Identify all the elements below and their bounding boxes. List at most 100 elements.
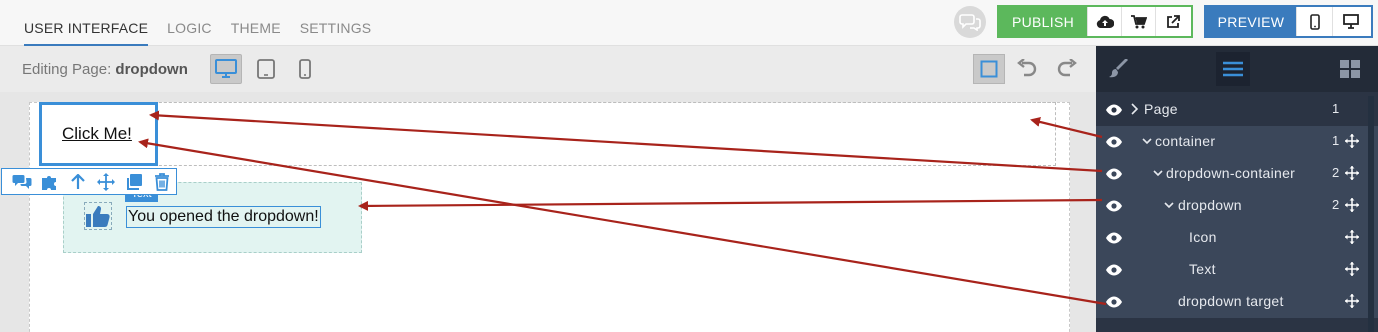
eye-icon[interactable]: [1105, 262, 1123, 278]
panel-tab-components[interactable]: [1333, 52, 1367, 86]
undo-button[interactable]: [1012, 54, 1042, 84]
chevron-right-icon[interactable]: [1129, 102, 1141, 116]
tree-row-dropdown[interactable]: dropdown 2: [1096, 190, 1378, 222]
mobile-icon: [1309, 13, 1320, 30]
toolbar-comments-button[interactable]: [8, 170, 36, 194]
chat-icon: [959, 14, 981, 31]
desktop-icon: [1342, 14, 1359, 29]
tree-row-dropdown-target[interactable]: dropdown target: [1096, 286, 1378, 318]
click-me-button[interactable]: Click Me!: [62, 124, 132, 144]
chevron-down-icon[interactable]: [1152, 166, 1164, 180]
layers-icon: [1223, 61, 1243, 77]
tablet-icon: [257, 59, 275, 79]
cart-button[interactable]: [1121, 7, 1155, 36]
toolbar-component-button[interactable]: [36, 170, 64, 194]
move-icon: [97, 172, 115, 191]
move-icon[interactable]: [1345, 262, 1359, 276]
move-icon[interactable]: [1345, 294, 1359, 308]
tree-row-label: dropdown: [1178, 197, 1242, 213]
panel-scrollbar[interactable]: [1368, 96, 1374, 332]
tree-row-count: 2: [1332, 165, 1340, 180]
toolbar-delete-button[interactable]: [148, 170, 176, 194]
redo-icon: [1057, 59, 1077, 77]
tree-row-count: 1: [1332, 133, 1340, 148]
tree-row-label: Icon: [1189, 229, 1217, 245]
tab-theme[interactable]: THEME: [231, 20, 281, 46]
tab-settings[interactable]: SETTINGS: [300, 20, 372, 46]
preview-desktop-button[interactable]: [1332, 7, 1368, 36]
cart-icon: [1130, 14, 1147, 28]
move-icon[interactable]: [1345, 166, 1359, 180]
layers-panel: Page 1 container 1 dropdown-container 2 …: [1096, 46, 1378, 332]
device-tablet-button[interactable]: [250, 54, 282, 84]
external-link-icon: [1166, 14, 1180, 28]
preview-group: PREVIEW: [1204, 5, 1373, 38]
desktop-icon: [215, 59, 237, 78]
external-link-button[interactable]: [1155, 7, 1189, 36]
tree-row-text[interactable]: Text: [1096, 254, 1378, 286]
arrow-up-icon: [71, 173, 85, 189]
tree-row-label: container: [1155, 133, 1216, 149]
device-desktop-button[interactable]: [210, 54, 242, 84]
container-outline[interactable]: [39, 102, 1056, 166]
app-root: USER INTERFACE LOGIC THEME SETTINGS PUBL…: [0, 0, 1378, 332]
tab-user-interface[interactable]: USER INTERFACE: [24, 20, 149, 46]
editing-page-name: dropdown: [115, 61, 188, 78]
grid-icon: [1340, 60, 1360, 78]
toolbar-move-button[interactable]: [92, 170, 120, 194]
editing-prefix: Editing Page:: [22, 61, 116, 78]
eye-icon[interactable]: [1105, 134, 1123, 150]
trash-icon: [155, 172, 169, 191]
thumbs-up-icon: [86, 206, 110, 227]
publish-button[interactable]: PUBLISH: [999, 7, 1087, 36]
tree-row-label: Page: [1144, 101, 1178, 117]
eye-icon[interactable]: [1105, 102, 1123, 118]
tree-row-label: dropdown target: [1178, 293, 1284, 309]
tree-row-count: 2: [1332, 197, 1340, 212]
editing-bar: Editing Page: dropdown: [0, 46, 1096, 92]
panel-tab-layers[interactable]: [1216, 52, 1250, 86]
panel-tab-style[interactable]: [1102, 52, 1136, 86]
mobile-icon: [299, 59, 311, 79]
eye-icon[interactable]: [1105, 230, 1123, 246]
publish-group: PUBLISH: [997, 5, 1193, 38]
chat-button[interactable]: [954, 6, 986, 38]
comments-icon: [12, 174, 32, 189]
tree-row-count: 1: [1332, 101, 1340, 116]
chevron-down-icon[interactable]: [1141, 134, 1153, 148]
editing-page-label: Editing Page: dropdown: [22, 61, 188, 78]
element-toolbar: [1, 168, 177, 195]
chevron-down-icon[interactable]: [1163, 198, 1175, 212]
top-bar: USER INTERFACE LOGIC THEME SETTINGS PUBL…: [0, 0, 1378, 46]
move-icon[interactable]: [1345, 198, 1359, 212]
puzzle-icon: [42, 175, 56, 190]
move-icon[interactable]: [1345, 230, 1359, 244]
undo-icon: [1017, 59, 1037, 77]
redo-button[interactable]: [1052, 54, 1082, 84]
panel-tabs: [1096, 46, 1378, 92]
preview-button[interactable]: PREVIEW: [1206, 7, 1296, 36]
tab-logic[interactable]: LOGIC: [167, 20, 212, 46]
main-tabs: USER INTERFACE LOGIC THEME SETTINGS: [24, 20, 390, 46]
move-icon[interactable]: [1345, 134, 1359, 148]
copy-icon: [127, 173, 142, 190]
tree-row-page[interactable]: Page 1: [1096, 94, 1378, 126]
eye-icon[interactable]: [1105, 166, 1123, 182]
preview-mobile-button[interactable]: [1296, 7, 1332, 36]
tree-row-icon[interactable]: Icon: [1096, 222, 1378, 254]
dropdown-icon-element[interactable]: [84, 202, 112, 230]
tree-row-label: dropdown-container: [1166, 165, 1296, 181]
tree-row-label: Text: [1189, 261, 1216, 277]
tree-row-dropdown-container[interactable]: dropdown-container 2: [1096, 158, 1378, 190]
dropdown-text-element[interactable]: You opened the dropdown!: [126, 206, 321, 228]
eye-icon[interactable]: [1105, 294, 1123, 310]
toolbar-duplicate-button[interactable]: [120, 170, 148, 194]
device-mobile-button[interactable]: [289, 54, 321, 84]
toolbar-select-parent-button[interactable]: [64, 170, 92, 194]
paint-brush-icon: [1109, 59, 1128, 78]
square-select-icon: [980, 60, 998, 78]
cloud-upload-button[interactable]: [1087, 7, 1121, 36]
tree-row-container[interactable]: container 1: [1096, 126, 1378, 158]
selection-mode-button[interactable]: [973, 54, 1005, 84]
eye-icon[interactable]: [1105, 198, 1123, 214]
